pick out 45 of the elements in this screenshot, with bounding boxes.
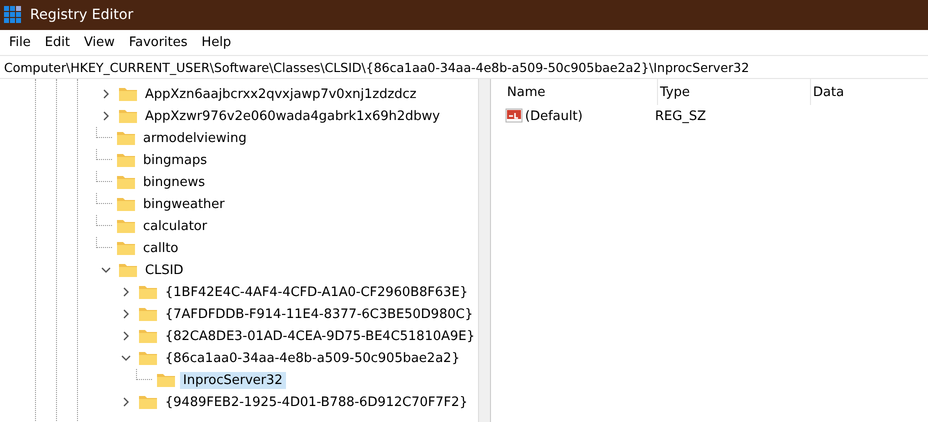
tree-item[interactable]: armodelviewing bbox=[140, 130, 250, 146]
tree-item[interactable]: {9489FEB2-1925-4D01-B788-6D912C70F7F2} bbox=[162, 394, 471, 410]
folder-icon bbox=[116, 196, 136, 212]
menu-item[interactable]: View bbox=[78, 34, 120, 50]
tree-item[interactable]: AppXzn6aajbcrxx2qvxjawp7v0xnj1zdzdcz bbox=[142, 86, 420, 102]
tree-item[interactable]: bingnews bbox=[140, 174, 208, 190]
scrollbar[interactable] bbox=[478, 79, 490, 422]
tree-item[interactable]: bingweather bbox=[140, 196, 228, 212]
tree-item[interactable]: AppXzwr976v2e060wada4gabrk1x69h2dbwy bbox=[142, 108, 443, 124]
window-title: Registry Editor bbox=[30, 7, 134, 23]
folder-icon bbox=[138, 328, 158, 344]
tree-item[interactable]: callto bbox=[140, 240, 182, 256]
folder-icon bbox=[116, 174, 136, 190]
folder-icon bbox=[116, 130, 136, 146]
tree-item[interactable]: {1BF42E4C-4AF4-4CFD-A1A0-CF2960B8F63E} bbox=[162, 284, 471, 300]
value-type: REG_SZ bbox=[655, 108, 707, 124]
folder-icon bbox=[116, 218, 136, 234]
tree-item[interactable]: {86ca1aa0-34aa-4e8b-a509-50c905bae2a2} bbox=[162, 350, 463, 366]
folder-icon bbox=[118, 262, 138, 278]
column-header[interactable]: Data bbox=[811, 79, 928, 105]
string-value-icon bbox=[505, 108, 523, 124]
menu-item[interactable]: Help bbox=[196, 34, 236, 50]
tree-item[interactable]: calculator bbox=[140, 218, 210, 234]
folder-icon bbox=[118, 86, 138, 102]
tree-item[interactable]: CLSID bbox=[142, 262, 186, 278]
address-field[interactable]: Computer\HKEY_CURRENT_USER\Software\Classes\CLSID\{86ca1aa0-34aa-4e8b-a509-50c905bae2a2}\InprocServer32 bbox=[0, 55, 928, 79]
folder-icon bbox=[138, 284, 158, 300]
menu-item[interactable]: File bbox=[4, 34, 36, 50]
tree-item[interactable]: {7AFDFDDB-F914-11E4-8377-6C3BE50D980C} bbox=[162, 306, 476, 322]
menu-item[interactable]: Favorites bbox=[124, 34, 193, 50]
folder-icon bbox=[118, 108, 138, 124]
registry-icon bbox=[4, 6, 22, 24]
tree-item[interactable]: {82CA8DE3-01AD-4CEA-9D75-BE4C51810A9E} bbox=[162, 328, 478, 344]
folder-icon bbox=[138, 394, 158, 410]
menu-item[interactable]: Edit bbox=[40, 34, 75, 50]
folder-icon bbox=[156, 372, 176, 388]
tree-item[interactable]: bingmaps bbox=[140, 152, 210, 168]
folder-icon bbox=[116, 240, 136, 256]
folder-icon bbox=[138, 306, 158, 322]
column-header[interactable]: Type bbox=[658, 79, 811, 105]
folder-icon bbox=[138, 350, 158, 366]
tree-item[interactable]: InprocServer32 bbox=[180, 372, 286, 388]
folder-icon bbox=[116, 152, 136, 168]
column-header[interactable]: Name bbox=[505, 79, 658, 105]
value-name[interactable]: (Default) bbox=[525, 108, 583, 124]
